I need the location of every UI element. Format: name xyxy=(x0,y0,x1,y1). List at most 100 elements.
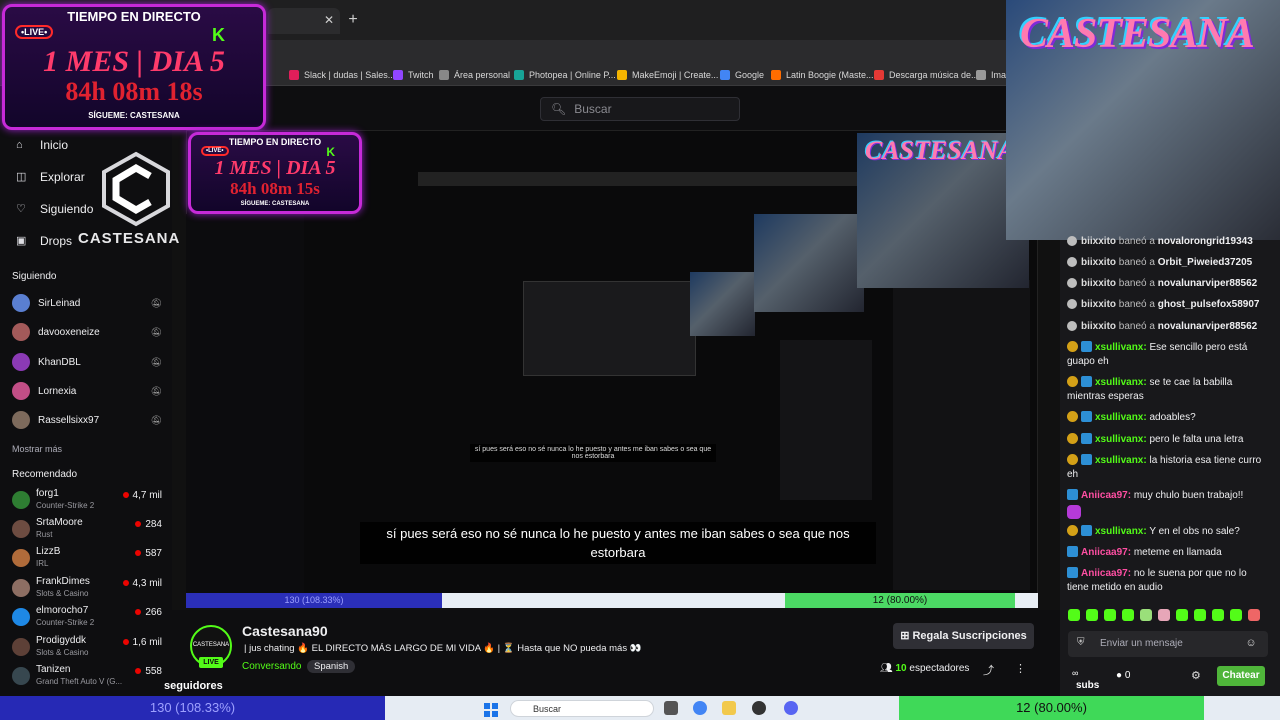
bookmark-item[interactable]: Latin Boogie (Maste... xyxy=(771,67,874,83)
avatar xyxy=(12,667,30,685)
emote-icon[interactable] xyxy=(1176,609,1188,621)
user-badge-icon xyxy=(1067,567,1078,578)
notification-off-icon[interactable]: 🔕︎ xyxy=(151,357,162,368)
windows-start-icon[interactable] xyxy=(484,703,498,717)
nested-stream-window xyxy=(523,281,696,376)
tab-close-icon[interactable]: ✕ xyxy=(322,13,336,27)
taskbar-search-input[interactable]: Buscar xyxy=(510,700,654,717)
emote-icon[interactable] xyxy=(1068,609,1080,621)
emote-icon[interactable] xyxy=(1230,609,1242,621)
subtitle-caption: sí pues será eso no sé nunca lo he puest… xyxy=(360,522,876,564)
user-badge-icon xyxy=(1081,341,1092,352)
chat-message: xsullivanx: adoables? xyxy=(1067,411,1267,425)
bookmark-item[interactable]: Photopea | Online P... xyxy=(514,67,616,83)
folder-icon[interactable] xyxy=(722,701,736,715)
show-more-link[interactable]: Mostrar más xyxy=(12,444,62,454)
followers-label: seguidores xyxy=(164,680,223,692)
recommended-item[interactable]: FrankDimes Slots & Casino 4,3 mil xyxy=(12,576,162,602)
emote-icon[interactable] xyxy=(1212,609,1224,621)
gift-subs-button[interactable]: ⊞ Regala Suscripciones xyxy=(893,623,1034,649)
more-options-icon[interactable]: ⋮ xyxy=(1015,662,1026,675)
chat-message: xsullivanx: se te cae la babilla mientra… xyxy=(1067,376,1233,402)
bookmark-icon xyxy=(439,70,449,80)
notification-off-icon[interactable]: 🔕︎ xyxy=(151,386,162,397)
following-item[interactable]: davooxeneize 🔕︎ xyxy=(12,322,162,342)
nav-drops[interactable]: ▣ Drops xyxy=(16,234,72,248)
goal-bar-left: 130 (108.33%) xyxy=(0,696,385,720)
notification-off-icon[interactable]: 🔕︎ xyxy=(151,298,162,309)
user-badge-icon xyxy=(1067,489,1078,500)
nested-subtitle: sí pues será eso no sé nunca lo he puest… xyxy=(470,444,716,462)
emote-icon[interactable] xyxy=(1140,609,1152,621)
live-badge: LIVE xyxy=(199,657,223,668)
subs-label: subs xyxy=(1076,680,1100,691)
bookmark-item[interactable]: Descarga música de... xyxy=(874,67,979,83)
nested-chat-panel xyxy=(893,280,1030,590)
bookmark-item[interactable]: Área personal xyxy=(439,67,510,83)
notification-off-icon[interactable]: 🔕︎ xyxy=(151,415,162,426)
sub-badge-icon xyxy=(1067,376,1078,387)
following-item[interactable]: KhanDBL 🔕︎ xyxy=(12,352,162,372)
chat-message: biixxito baneó a ghost_pulsefox58907 xyxy=(1067,298,1267,312)
recommended-item[interactable]: SrtaMoore Rust 284 xyxy=(12,517,162,543)
following-heading: Siguiendo xyxy=(12,271,57,282)
following-item[interactable]: Rassellsixx97 🔕︎ xyxy=(12,410,162,430)
bookmark-item[interactable]: MakeEmoji | Create... xyxy=(617,67,718,83)
chat-message: biixxito baneó a novalorongrid19343 xyxy=(1067,235,1267,249)
emote-icon[interactable] xyxy=(1194,609,1206,621)
channel-name[interactable]: Castesana90 xyxy=(242,623,328,639)
search-icon: 🔍︎ xyxy=(551,102,567,116)
chat-message: Aniicaa97: no le suena por que no lo tie… xyxy=(1067,567,1247,593)
channel-points[interactable]: ● 0 xyxy=(1116,670,1130,681)
ban-icon xyxy=(1067,299,1077,309)
nav-inicio[interactable]: ⌂ Inicio xyxy=(16,138,68,152)
following-item[interactable]: SirLeinad 🔕︎ xyxy=(12,293,162,313)
bookmark-icon xyxy=(289,70,299,80)
user-badge-icon xyxy=(1081,454,1092,465)
chat-message: Aniicaa97: meteme en llamada xyxy=(1067,546,1267,560)
chat-message: biixxito baneó a novalunarviper88562 xyxy=(1067,320,1267,334)
nav-siguiendo[interactable]: ♡ Siguiendo xyxy=(16,202,93,216)
sub-badge-icon xyxy=(1067,341,1078,352)
home-icon: ⌂ xyxy=(16,139,23,151)
emote-icon[interactable] xyxy=(1086,609,1098,621)
emote-icon[interactable] xyxy=(1122,609,1134,621)
recommended-item[interactable]: Prodigyddk Slots & Casino 1,6 mil xyxy=(12,635,162,661)
share-icon[interactable]: ⤴ xyxy=(983,662,994,678)
chat-input[interactable]: Enviar un mensaje xyxy=(1068,631,1268,657)
avatar xyxy=(12,382,30,400)
chat-settings-gear-icon[interactable]: ⚙ xyxy=(1191,669,1201,682)
notification-off-icon[interactable]: 🔕︎ xyxy=(151,327,162,338)
chat-message: Aniicaa97: muy chulo buen trabajo!! xyxy=(1067,489,1267,524)
bookmark-item[interactable]: Google xyxy=(720,67,764,83)
following-item[interactable]: Lornexia 🔕︎ xyxy=(12,381,162,401)
heart-icon: ♡ xyxy=(16,203,26,215)
language-tag[interactable]: Spanish xyxy=(307,660,356,673)
bookmark-item[interactable]: Twitch xyxy=(393,67,434,83)
emote-icon[interactable] xyxy=(1158,609,1170,621)
avatar xyxy=(12,579,30,597)
avatar xyxy=(12,549,30,567)
avatar xyxy=(12,294,30,312)
chat-message: biixxito baneó a novalunarviper88562 xyxy=(1067,277,1267,291)
search-input[interactable]: 🔍︎ Buscar xyxy=(540,97,740,121)
recommended-item[interactable]: Tanizen Grand Theft Auto V (G... 558 xyxy=(12,664,162,690)
emoji-picker-icon[interactable]: ☺ xyxy=(1244,637,1258,651)
recommended-item[interactable]: forg1 Counter-Strike 2 4,7 mil xyxy=(12,488,162,514)
chrome-icon[interactable] xyxy=(693,701,707,715)
nav-explorar[interactable]: ◫ Explorar xyxy=(16,170,85,184)
discord-icon[interactable] xyxy=(784,701,798,715)
recommended-item[interactable]: elmorocho7 Counter-Strike 2 266 xyxy=(12,605,162,631)
new-tab-icon[interactable]: + xyxy=(344,11,362,29)
bookmark-item[interactable]: Slack | dudas | Sales... xyxy=(289,67,395,83)
emote-icon[interactable] xyxy=(1248,609,1260,621)
emote-icon[interactable] xyxy=(1104,609,1116,621)
recommended-item[interactable]: LizzB IRL 587 xyxy=(12,546,162,572)
stream-category[interactable]: Conversando xyxy=(242,661,301,672)
webcam-title: CASTESANA xyxy=(865,136,1016,165)
taskview-icon[interactable] xyxy=(664,701,678,715)
bookmark-icon xyxy=(720,70,730,80)
chat-send-button[interactable]: Chatear xyxy=(1217,666,1265,686)
obs-icon[interactable] xyxy=(752,701,766,715)
bookmark-icon xyxy=(514,70,524,80)
